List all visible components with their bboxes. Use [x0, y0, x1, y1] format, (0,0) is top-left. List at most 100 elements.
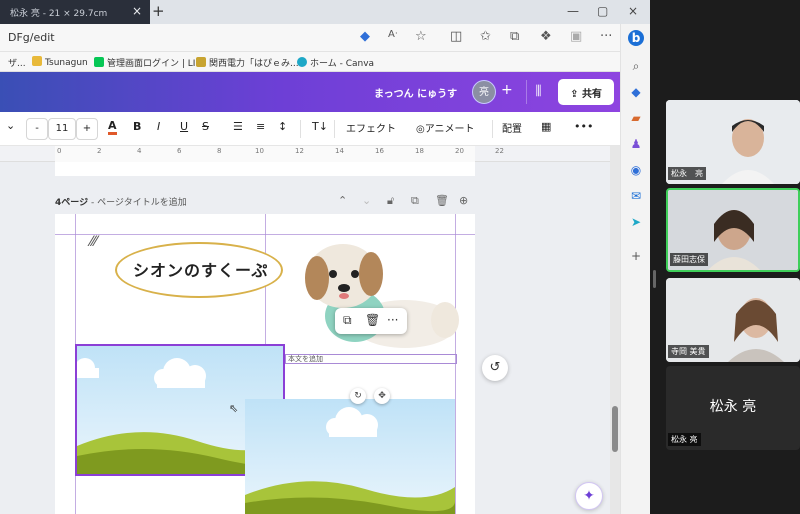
- canva-header: まっつん にゅうす 亮 + ⫼ ⇪ 共有: [0, 72, 620, 112]
- move-handle-icon[interactable]: ✥: [374, 388, 390, 404]
- bookmark-item[interactable]: ホーム - Canva: [297, 56, 374, 69]
- page-number: 4ページ: [55, 198, 89, 208]
- participant-video[interactable]: 寺岡 美貴: [666, 278, 800, 362]
- avatar[interactable]: 亮: [472, 80, 496, 104]
- font-size-increase-button[interactable]: +: [76, 118, 98, 140]
- mouse-cursor-icon: ⇖: [229, 402, 239, 415]
- shopping-tag-icon[interactable]: ◆: [628, 84, 644, 100]
- add-sidebar-item-icon[interactable]: +: [628, 248, 644, 264]
- body-text-box[interactable]: 本文を追加: [285, 354, 457, 364]
- team-name[interactable]: まっつん にゅうす: [374, 85, 457, 100]
- split-screen-icon[interactable]: ◫: [450, 29, 462, 44]
- participant-video[interactable]: 松永 亮: [666, 100, 800, 184]
- trash-icon[interactable]: 🗑︎: [365, 313, 380, 327]
- participant-video-off[interactable]: 松永 亮 松永 亮: [666, 366, 800, 450]
- canva-icon: [297, 57, 307, 67]
- extensions-icon[interactable]: ❖: [540, 29, 552, 44]
- delete-page-icon[interactable]: 🗑︎: [435, 194, 449, 207]
- sparkle-decoration: ⁄⁄⁄: [90, 234, 98, 250]
- rotate-handle-icon[interactable]: ↻: [350, 388, 366, 404]
- send-icon[interactable]: ➤: [628, 214, 644, 230]
- landscape-image[interactable]: [245, 399, 455, 514]
- effects-button[interactable]: エフェクト: [346, 120, 396, 135]
- more-options-button[interactable]: •••: [574, 120, 593, 133]
- position-button[interactable]: 配置: [502, 120, 522, 135]
- participant-name: 松永 亮: [668, 433, 701, 446]
- ruler-mark: 20: [455, 147, 464, 155]
- dog-photo[interactable]: [295, 236, 465, 354]
- font-size-input[interactable]: 11: [48, 118, 76, 140]
- maximize-button[interactable]: ▢: [597, 4, 608, 18]
- participant-video-active[interactable]: 藤田志保: [666, 188, 800, 272]
- participant-name: 藤田志保: [670, 253, 708, 266]
- minimize-button[interactable]: —: [567, 4, 579, 18]
- copilot-icon[interactable]: b: [628, 30, 644, 46]
- share-label: 共有: [581, 89, 602, 100]
- bookmark-item[interactable]: Tsunagun: [32, 56, 88, 68]
- align-icon[interactable]: ☰: [233, 120, 243, 133]
- page-header[interactable]: 4ページ - ページタイトルを追加: [55, 195, 187, 208]
- favorites-icon[interactable]: ✩: [480, 29, 491, 44]
- toolbar-divider: [300, 120, 301, 138]
- line-spacing-icon[interactable]: ↕: [278, 120, 287, 133]
- text-color-button[interactable]: A: [108, 120, 117, 135]
- games-icon[interactable]: ♟: [628, 136, 644, 152]
- read-aloud-icon[interactable]: Aᐧ: [388, 29, 397, 40]
- ruler-mark: 10: [255, 147, 264, 155]
- address-bar: DFg/edit ◆ Aᐧ ☆ ◫ ✩ ⧉ ❖ ▣ ···: [0, 24, 650, 52]
- browser-menu-icon[interactable]: ···: [600, 29, 612, 44]
- bookmark-item[interactable]: ザ...: [8, 56, 26, 69]
- favorite-star-icon[interactable]: ☆: [415, 29, 427, 44]
- scrollbar-thumb[interactable]: [612, 406, 618, 452]
- scrollbar[interactable]: [610, 146, 620, 514]
- magic-assistant-button[interactable]: ✦: [575, 482, 603, 510]
- ruler: 0 2 4 6 8 10 12 14 16 18 20 22: [0, 146, 610, 162]
- panel-resize-handle[interactable]: [653, 270, 656, 288]
- lock-icon[interactable]: 🔓︎: [387, 194, 394, 208]
- new-tab-button[interactable]: +: [152, 2, 165, 20]
- vertical-text-icon[interactable]: T↓: [312, 120, 328, 133]
- participant-name: 寺岡 美貴: [668, 345, 709, 358]
- add-page-icon[interactable]: ⊕: [459, 194, 468, 207]
- copy-icon[interactable]: ⧉: [343, 313, 352, 328]
- page-title-input[interactable]: - ページタイトルを追加: [88, 198, 187, 208]
- close-window-button[interactable]: ×: [628, 4, 638, 18]
- bookmark-item[interactable]: 管理画面ログイン | LI...: [94, 56, 204, 69]
- page-heading[interactable]: シオンのすくーぷ: [133, 257, 268, 281]
- duplicate-page-icon[interactable]: ⧉: [411, 194, 419, 208]
- design-page[interactable]: ⁄⁄⁄ シオンのすくーぷ ⧉ 🗑︎ ··· 本文を追加 ↻ ✥ ⇖: [55, 214, 475, 514]
- element-context-menu: ⧉ 🗑︎ ···: [335, 308, 407, 334]
- strikethrough-button[interactable]: S: [202, 120, 209, 133]
- bookmark-item[interactable]: 関西電力「はぴｅみ...: [196, 56, 299, 69]
- underline-button[interactable]: U: [180, 120, 188, 133]
- screenshot-icon[interactable]: ▣: [570, 29, 582, 44]
- office-icon[interactable]: ◉: [628, 162, 644, 178]
- tab-close-icon[interactable]: ×: [132, 4, 142, 18]
- insights-icon[interactable]: ⫼: [526, 80, 550, 104]
- browser-titlebar: 松永 亮 - 21 × 29.7cm × + — ▢ ×: [0, 0, 650, 24]
- bookmarks-bar: ザ... Tsunagun 管理画面ログイン | LI... 関西電力「はぴｅみ…: [0, 52, 650, 72]
- tools-icon[interactable]: ▰: [628, 110, 644, 126]
- more-icon[interactable]: ···: [387, 313, 398, 327]
- ruler-mark: 0: [57, 147, 62, 155]
- add-collaborator-icon[interactable]: +: [501, 82, 513, 98]
- browser-tab[interactable]: 松永 亮 - 21 × 29.7cm ×: [0, 0, 150, 24]
- collections-icon[interactable]: ⧉: [510, 29, 519, 44]
- video-call-panel: 松永 亮 藤田志保 寺岡 美貴 松永 亮 松永 亮: [650, 0, 800, 514]
- list-icon[interactable]: ≡: [256, 120, 265, 133]
- transparency-icon[interactable]: ▦: [541, 120, 551, 133]
- ruler-mark: 4: [137, 147, 142, 155]
- share-button[interactable]: ⇪ 共有: [558, 79, 614, 105]
- animate-button[interactable]: ◎アニメート: [416, 120, 475, 135]
- url-field[interactable]: DFg/edit: [8, 31, 55, 44]
- font-size-decrease-button[interactable]: -: [26, 118, 48, 140]
- screen: 松永 亮 - 21 × 29.7cm × + — ▢ × DFg/edit ◆ …: [0, 0, 800, 514]
- bold-button[interactable]: B: [133, 120, 141, 133]
- italic-button[interactable]: I: [157, 120, 160, 133]
- outlook-icon[interactable]: ✉: [628, 188, 644, 204]
- chevron-up-icon[interactable]: ⌃: [338, 194, 347, 207]
- tag-icon[interactable]: ◆: [360, 29, 370, 44]
- search-icon[interactable]: ⌕: [628, 58, 644, 74]
- comment-button[interactable]: ↺: [482, 355, 508, 381]
- chevron-down-icon[interactable]: ⌄: [6, 119, 15, 132]
